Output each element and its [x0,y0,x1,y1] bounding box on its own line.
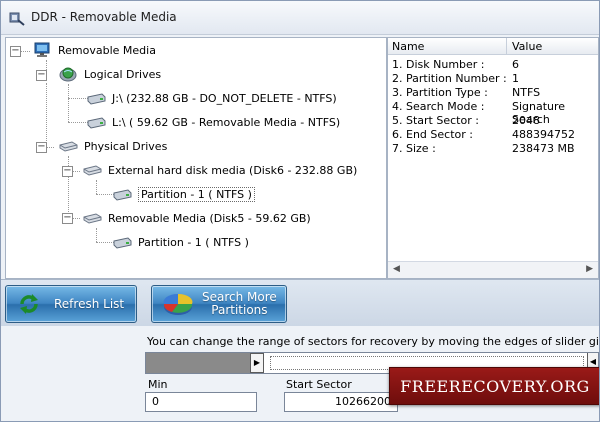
scroll-left-icon[interactable]: ◀ [393,264,400,274]
search-more-label-line1: Search More [202,290,277,304]
tree-node-disk5-partition[interactable]: Partition - 1 ( NTFS ) [112,233,249,251]
main-window: DDR - Removable Media − − − − − Removabl… [0,0,600,422]
property-row[interactable]: 4. Search Mode : Signature Search [388,100,598,126]
drive-icon [87,117,106,129]
property-value: 238473 MB [512,142,575,155]
tree-node-physical-drives[interactable]: Physical Drives [58,137,167,155]
start-sector-label: Start Sector [286,378,352,391]
refresh-list-button[interactable]: Refresh List [5,285,137,323]
watermark-badge: FREERECOVERY.ORG [389,367,599,405]
property-value: NTFS [512,86,541,99]
title-bar: DDR - Removable Media [1,1,599,35]
hard-disk-icon [59,141,78,152]
watermark-text: FREERECOVERY.ORG [400,376,590,396]
app-icon [9,12,25,26]
property-name: 7. Size : [392,142,436,155]
tree-node-removable-media[interactable]: Removable Media [32,41,156,59]
drive-icon [87,93,106,105]
tree-node-label: External hard disk media (Disk6 - 232.88… [108,163,358,177]
tree-node-label: Removable Media [58,43,156,57]
search-more-partitions-label: Search More Partitions [202,291,277,317]
column-header-name[interactable]: Name [392,40,424,53]
column-header-value[interactable]: Value [512,40,542,53]
tree-node-label: Partition - 1 ( NTFS ) [138,235,249,249]
drive-icon [113,237,132,249]
tree-node-label: J:\ (232.88 GB - DO_NOT_DELETE - NTFS) [112,91,337,105]
search-more-partitions-button[interactable]: Search More Partitions [151,285,287,323]
tree-connector [46,147,54,148]
monitor-icon [34,42,50,57]
hard-disk-icon [83,165,102,176]
property-row[interactable]: 6. End Sector : 488394752 [388,128,598,142]
property-value: 488394752 [512,128,575,141]
property-name: 5. Start Sector : [392,114,479,127]
collapse-toggle[interactable]: − [62,166,73,177]
property-row[interactable]: 1. Disk Number : 6 [388,58,598,72]
property-name: 1. Disk Number : [392,58,485,71]
window-title: DDR - Removable Media [31,10,177,24]
tree-node-label: Physical Drives [84,139,168,153]
range-hint-text: You can change the range of sectors for … [147,335,599,348]
tree-node-disk5[interactable]: Removable Media (Disk5 - 59.62 GB) [82,209,311,227]
properties-list[interactable]: Name Value 1. Disk Number : 6 2. Partiti… [387,37,599,279]
collapse-toggle[interactable]: − [10,46,21,57]
property-row[interactable]: 5. Start Sector : 2048 [388,114,598,128]
collapse-toggle[interactable]: − [36,70,47,81]
refresh-list-label: Refresh List [54,296,125,311]
tree-node-disk6-partition[interactable]: Partition - 1 ( NTFS ) [112,185,255,203]
tree-node-label: Logical Drives [84,67,162,81]
horizontal-scrollbar[interactable]: ◀ ▶ [388,261,598,278]
hard-disk-icon [83,213,102,224]
property-name: 2. Partition Number : [392,72,507,85]
tree-node-label: Removable Media (Disk5 - 59.62 GB) [108,211,311,225]
min-value: 0 [152,395,159,408]
property-name: 3. Partition Type : [392,86,488,99]
drive-tree[interactable]: − − − − − Removable Media Logical Drives [5,37,387,279]
tree-node-label: Partition - 1 ( NTFS ) [138,186,255,202]
property-row[interactable]: 3. Partition Type : NTFS [388,86,598,100]
property-name: 4. Search Mode : [392,100,485,113]
property-row[interactable]: 2. Partition Number : 1 [388,72,598,86]
tree-connector [68,98,88,99]
button-bar: Refresh List Search More Partitions [1,279,599,327]
tree-connector [68,84,69,122]
tree-node-logical-drives[interactable]: Logical Drives [58,65,161,83]
slider-fill [146,353,250,373]
collapse-toggle[interactable]: − [62,213,73,224]
tree-node-disk6[interactable]: External hard disk media (Disk6 - 232.88… [82,161,357,179]
column-divider[interactable] [506,38,507,54]
tree-node-drive-l[interactable]: L:\ ( 59.62 GB - Removable Media - NTFS) [86,113,340,131]
property-row[interactable]: 7. Size : 238473 MB [388,142,598,156]
collapse-toggle[interactable]: − [36,142,47,153]
tree-connector [20,51,30,52]
min-label: Min [148,378,168,391]
tree-connector [68,122,88,123]
tree-node-drive-j[interactable]: J:\ (232.88 GB - DO_NOT_DELETE - NTFS) [86,89,337,107]
property-name: 6. End Sector : [392,128,473,141]
tree-connector [96,180,97,194]
refresh-icon [20,294,38,314]
property-value: 1 [512,72,519,85]
scroll-right-icon[interactable]: ▶ [586,264,593,274]
pie-chart-icon [163,293,193,315]
properties-header: Name Value [388,38,598,55]
search-more-label-line2: Partitions [211,303,268,317]
property-value: 6 [512,58,519,71]
start-sector-field[interactable]: 102662005 [284,392,398,412]
slider-left-handle[interactable]: ▶ [250,353,264,373]
property-value: 2048 [512,114,540,127]
min-field[interactable]: 0 [145,392,257,412]
tree-connector [96,228,97,242]
globe-drive-icon [59,67,77,82]
tree-node-label: L:\ ( 59.62 GB - Removable Media - NTFS) [112,115,341,129]
drive-icon [113,189,132,201]
